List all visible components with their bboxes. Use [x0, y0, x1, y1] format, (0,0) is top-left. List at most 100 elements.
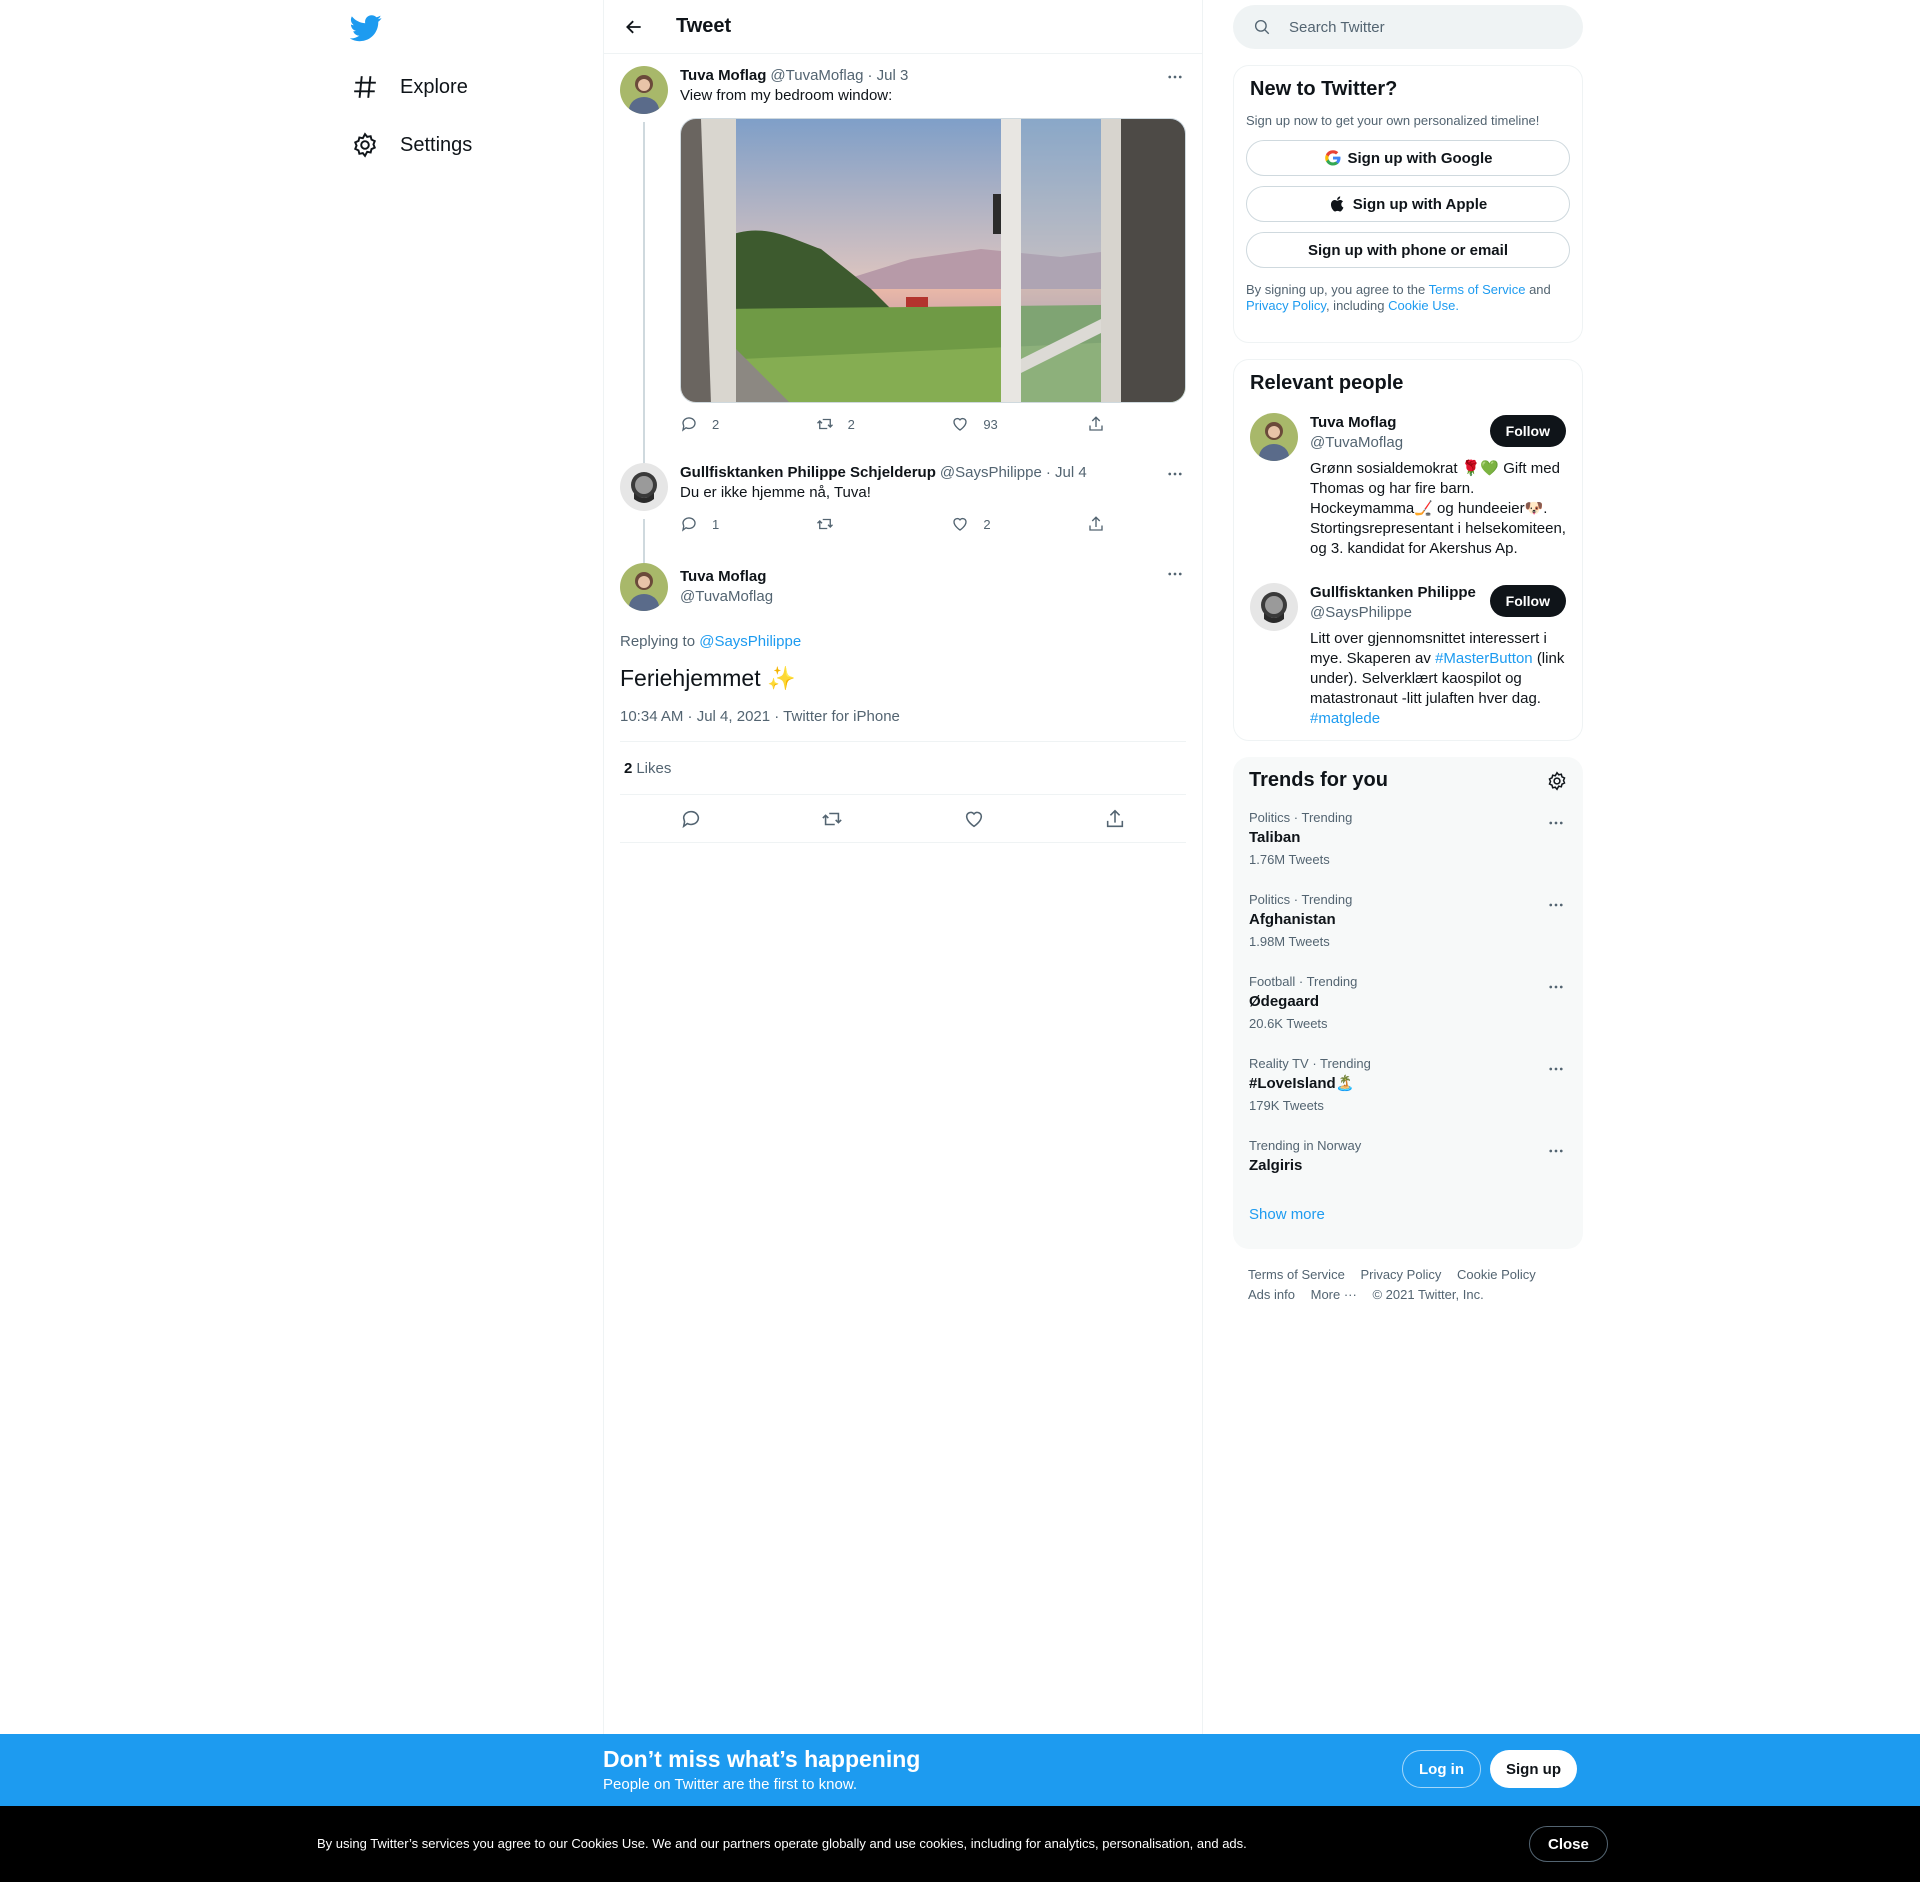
avatar[interactable]	[1250, 413, 1298, 461]
focused-text: Feriehjemmet	[620, 665, 761, 691]
relevant-person[interactable]: Follow Tuva Moflag @TuvaMoflag Grønn sos…	[1234, 413, 1582, 559]
nav-settings[interactable]: Settings	[352, 125, 472, 165]
heart-icon[interactable]	[963, 808, 985, 830]
trends-title: Trends for you	[1249, 769, 1388, 791]
avatar[interactable]	[620, 463, 668, 511]
cookie-banner: By using Twitter’s services you agree to…	[0, 1806, 1920, 1882]
signup-google-button[interactable]: Sign up with Google	[1246, 140, 1570, 176]
replying-to-handle[interactable]: @SaysPhilippe	[699, 633, 801, 650]
author-handle[interactable]: @SaysPhilippe	[940, 463, 1042, 483]
gear-icon	[354, 132, 376, 158]
reply-button[interactable]: 2	[680, 415, 740, 433]
avatar[interactable]	[620, 66, 668, 114]
more-options-icon[interactable]	[1164, 563, 1186, 585]
more-options-icon[interactable]	[1545, 1058, 1567, 1080]
author-handle[interactable]: @TuvaMoflag	[770, 66, 863, 86]
focused-author: Tuva Moflag @TuvaMoflag	[620, 563, 1186, 611]
signup-banner: Don’t miss what’s happening People on Tw…	[0, 1734, 1920, 1806]
settings-gear-icon[interactable]	[1547, 771, 1567, 796]
signup-banner-headline: Don’t miss what’s happening	[603, 1746, 921, 1772]
like-button[interactable]: 2	[951, 515, 1011, 533]
avatar[interactable]	[1250, 583, 1298, 631]
share-button[interactable]	[1087, 415, 1105, 433]
trend-item[interactable]: Trending in Norway Zalgiris	[1233, 1126, 1583, 1188]
focused-tweet-actions	[620, 795, 1186, 843]
reply-count: 2	[712, 416, 720, 432]
more-options-icon[interactable]	[1545, 976, 1567, 998]
retweet-count: 2	[847, 416, 855, 432]
privacy-link[interactable]: Privacy Policy	[1246, 298, 1326, 313]
trend-item[interactable]: Reality TV · Trending #LoveIsland🏝️ 179K…	[1233, 1044, 1583, 1126]
author-name[interactable]: Tuva Moflag	[680, 66, 766, 86]
author-name[interactable]: Tuva Moflag	[680, 563, 1186, 587]
thread-line	[643, 122, 645, 463]
more-options-icon[interactable]	[1164, 463, 1186, 485]
signup-phone-button[interactable]: Sign up with phone or email	[1246, 232, 1570, 268]
reply-button[interactable]: 1	[680, 515, 740, 533]
like-button[interactable]: 93	[951, 415, 1011, 433]
tweet-date[interactable]: · Jul 3	[867, 66, 908, 86]
tweet-photo[interactable]	[680, 118, 1186, 403]
more-options-icon[interactable]	[1545, 894, 1567, 916]
retweet-icon	[816, 418, 833, 430]
login-button[interactable]: Log in	[1402, 1750, 1481, 1788]
trend-item[interactable]: Politics · Trending Afghanistan 1.98M Tw…	[1233, 880, 1583, 962]
retweet-button[interactable]	[816, 515, 876, 533]
footer-terms-link[interactable]: Terms of Service	[1248, 1267, 1345, 1282]
relevant-person[interactable]: Follow Gullfisktanken Philippe @SaysPhil…	[1234, 583, 1582, 729]
signup-button[interactable]: Sign up	[1490, 1750, 1577, 1788]
search-box[interactable]: Search Twitter	[1233, 5, 1583, 49]
trend-name: Ødegaard	[1249, 993, 1320, 1010]
trend-category: Reality TV · Trending	[1249, 1056, 1371, 1071]
retweet-icon[interactable]	[821, 808, 843, 830]
tweet-actions: 2 2 93	[680, 415, 1105, 433]
thread-tweet-1[interactable]: Tuva Moflag @TuvaMoflag · Jul 3 View fro…	[604, 66, 1202, 463]
author-handle[interactable]: @TuvaMoflag	[680, 587, 1186, 607]
follow-button[interactable]: Follow	[1489, 585, 1566, 617]
signup-apple-button[interactable]: Sign up with Apple	[1246, 186, 1570, 222]
follow-button[interactable]: Follow	[1489, 415, 1566, 447]
more-options-icon[interactable]	[1164, 66, 1186, 88]
back-arrow-icon[interactable]	[624, 17, 644, 37]
trend-count: 179K Tweets	[1249, 1098, 1324, 1113]
cookie-use-link[interactable]: Cookie Use.	[1388, 298, 1459, 313]
footer-privacy-link[interactable]: Privacy Policy	[1360, 1267, 1441, 1282]
footer-more-link[interactable]: More ···	[1311, 1287, 1357, 1302]
reply-icon[interactable]	[680, 808, 702, 830]
search-icon	[1254, 19, 1270, 35]
author-name[interactable]: Gullfisktanken Philippe Schjelderup	[680, 463, 936, 483]
reply-icon	[681, 417, 696, 432]
legal-text: By signing up, you agree to the	[1246, 282, 1426, 297]
sparkles-emoji: ✨	[767, 665, 796, 691]
retweet-button[interactable]: 2	[816, 415, 876, 433]
tweet-actions: 1 2	[680, 515, 1105, 533]
terms-link[interactable]: Terms of Service	[1429, 282, 1526, 297]
page-header: Tweet	[604, 0, 1202, 54]
more-options-icon[interactable]	[1545, 812, 1567, 834]
tweet-timestamp[interactable]: 10:34 AM · Jul 4, 2021 · Twitter for iPh…	[620, 708, 1186, 742]
share-icon[interactable]	[1104, 808, 1126, 830]
nav-explore[interactable]: Explore	[352, 67, 468, 107]
footer-ads-link[interactable]: Ads info	[1248, 1287, 1295, 1302]
cookie-close-button[interactable]: Close	[1529, 1826, 1608, 1862]
likes-summary[interactable]: 2 Likes	[620, 742, 1186, 795]
avatar[interactable]	[620, 563, 668, 611]
show-more-link[interactable]: Show more	[1233, 1188, 1583, 1241]
thread-tweet-2[interactable]: Gullfisktanken Philippe Schjelderup @Say…	[604, 463, 1202, 563]
share-button[interactable]	[1087, 515, 1105, 533]
trend-count: 20.6K Tweets	[1249, 1016, 1328, 1031]
hashtag-link[interactable]: #MasterButton	[1435, 650, 1533, 667]
search-input[interactable]: Search Twitter	[1289, 19, 1385, 36]
more-options-icon[interactable]	[1545, 1140, 1567, 1162]
hashtag-link[interactable]: #matglede	[1310, 710, 1380, 727]
twitter-logo-icon[interactable]	[349, 12, 382, 44]
trend-item[interactable]: Politics · Trending Taliban 1.76M Tweets	[1233, 798, 1583, 880]
apple-icon	[1330, 196, 1344, 212]
tweet-date[interactable]: · Jul 4	[1046, 463, 1087, 483]
tweet-text: View from my bedroom window:	[680, 87, 893, 104]
footer-cookie-link[interactable]: Cookie Policy	[1457, 1267, 1536, 1282]
replying-to: Replying to @SaysPhilippe	[620, 633, 1186, 650]
trend-category: Politics · Trending	[1249, 810, 1353, 825]
trend-item[interactable]: Football · Trending Ødegaard 20.6K Tweet…	[1233, 962, 1583, 1044]
footer-copyright: © 2021 Twitter, Inc.	[1372, 1287, 1484, 1302]
